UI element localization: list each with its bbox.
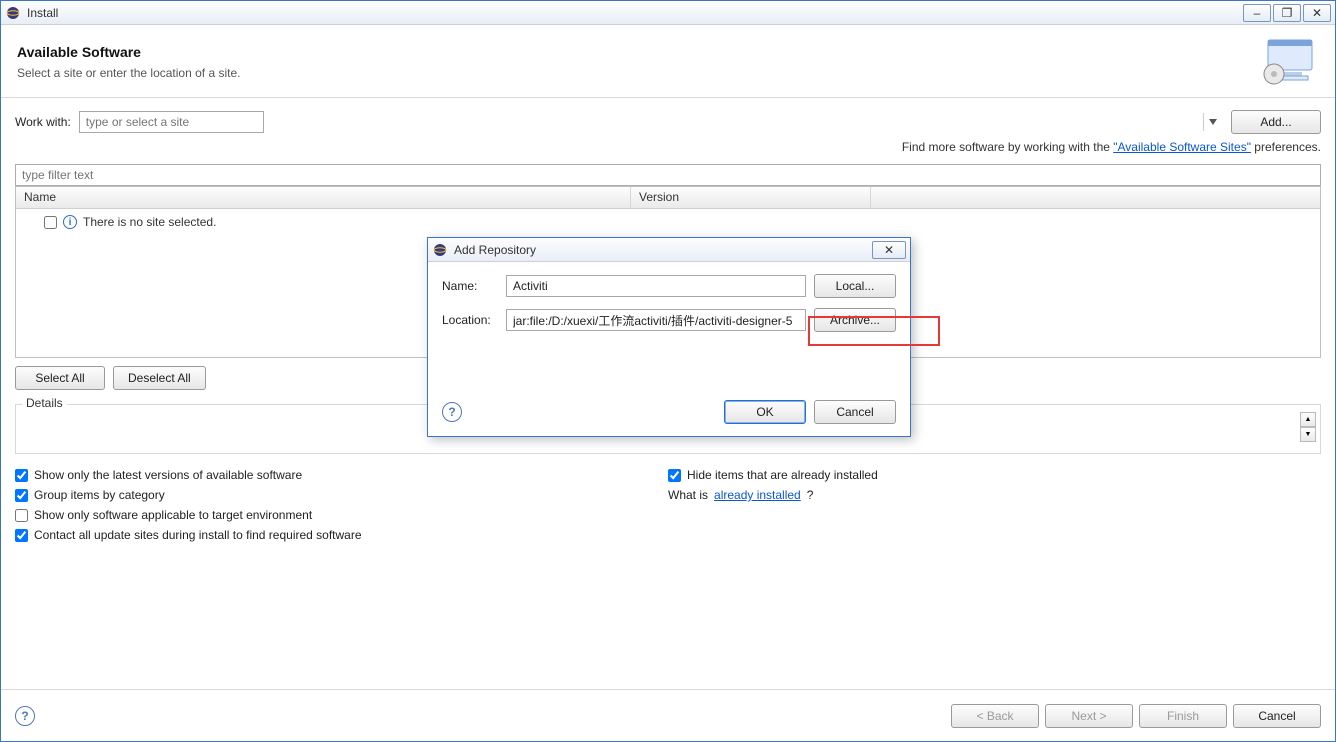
- filter-input[interactable]: [15, 164, 1321, 186]
- opt-target-env-checkbox[interactable]: [15, 509, 28, 522]
- modal-titlebar: Add Repository ✕: [428, 238, 910, 262]
- page-subtitle: Select a site or enter the location of a…: [17, 66, 1259, 80]
- name-row: Name: Local...: [442, 274, 896, 298]
- table-body: i There is no site selected.: [16, 209, 1320, 235]
- opt-target-env[interactable]: Show only software applicable to target …: [15, 508, 668, 522]
- wizard-footer: ? < Back Next > Finish Cancel: [1, 689, 1335, 741]
- col-version[interactable]: Version: [631, 187, 871, 208]
- ok-button[interactable]: OK: [724, 400, 806, 424]
- details-spinner: ▲ ▼: [1300, 412, 1316, 442]
- already-installed-link[interactable]: already installed: [714, 488, 801, 502]
- location-row: Location: Archive...: [442, 308, 896, 332]
- install-graphic-icon: [1259, 37, 1319, 87]
- empty-message: There is no site selected.: [83, 215, 216, 229]
- available-sites-link[interactable]: "Available Software Sites": [1113, 140, 1251, 154]
- opt-contact-checkbox[interactable]: [15, 529, 28, 542]
- info-icon: i: [63, 215, 77, 229]
- opt-group[interactable]: Group items by category: [15, 488, 668, 502]
- name-label: Name:: [442, 279, 498, 293]
- minimize-button[interactable]: –: [1243, 4, 1271, 22]
- hint-suffix: preferences.: [1251, 140, 1321, 154]
- add-site-button[interactable]: Add...: [1231, 110, 1321, 134]
- modal-title: Add Repository: [454, 243, 872, 257]
- window-controls: – ❐ ✕: [1243, 4, 1331, 22]
- location-label: Location:: [442, 313, 498, 327]
- work-with-input[interactable]: [79, 111, 264, 133]
- close-button[interactable]: ✕: [1303, 4, 1331, 22]
- deselect-all-button[interactable]: Deselect All: [113, 366, 206, 390]
- location-input[interactable]: [506, 309, 806, 331]
- col-empty: [871, 187, 1320, 208]
- modal-help-icon[interactable]: ?: [442, 402, 462, 422]
- details-up-icon[interactable]: ▲: [1300, 412, 1316, 427]
- titlebar: Install – ❐ ✕: [1, 1, 1335, 25]
- cancel-button[interactable]: Cancel: [1233, 704, 1321, 728]
- whatis-row: What is already installed?: [668, 488, 1321, 502]
- modal-cancel-button[interactable]: Cancel: [814, 400, 896, 424]
- next-button[interactable]: Next >: [1045, 704, 1133, 728]
- local-button[interactable]: Local...: [814, 274, 896, 298]
- select-all-button[interactable]: Select All: [15, 366, 105, 390]
- details-legend: Details: [22, 396, 67, 410]
- wizard-header: Available Software Select a site or ente…: [1, 25, 1335, 98]
- empty-row: i There is no site selected.: [24, 213, 1312, 231]
- empty-row-checkbox[interactable]: [44, 216, 57, 229]
- modal-close-button[interactable]: ✕: [872, 241, 906, 259]
- footer-help: ?: [15, 706, 945, 726]
- back-button[interactable]: < Back: [951, 704, 1039, 728]
- opt-contact[interactable]: Contact all update sites during install …: [15, 528, 668, 542]
- help-icon[interactable]: ?: [15, 706, 35, 726]
- modal-body: Name: Local... Location: Archive...: [428, 262, 910, 332]
- eclipse-icon: [5, 5, 21, 21]
- eclipse-icon: [432, 242, 448, 258]
- sites-hint: Find more software by working with the "…: [15, 140, 1321, 154]
- archive-button[interactable]: Archive...: [814, 308, 896, 332]
- work-with-dropdown-arrow[interactable]: [1203, 113, 1221, 131]
- opt-hide-installed[interactable]: Hide items that are already installed: [668, 468, 1321, 482]
- work-with-select-wrap: [79, 111, 1223, 133]
- col-name[interactable]: Name: [16, 187, 631, 208]
- page-title: Available Software: [17, 44, 1259, 60]
- options-grid: Show only the latest versions of availab…: [15, 468, 1321, 542]
- maximize-button[interactable]: ❐: [1273, 4, 1301, 22]
- opt-latest[interactable]: Show only the latest versions of availab…: [15, 468, 668, 482]
- table-header: Name Version: [16, 187, 1320, 209]
- opt-hide-installed-checkbox[interactable]: [668, 469, 681, 482]
- add-repository-dialog: Add Repository ✕ Name: Local... Location…: [427, 237, 911, 437]
- opt-latest-checkbox[interactable]: [15, 469, 28, 482]
- wizard-header-text: Available Software Select a site or ente…: [17, 44, 1259, 80]
- work-with-row: Work with: Add...: [15, 110, 1321, 134]
- opt-group-checkbox[interactable]: [15, 489, 28, 502]
- finish-button[interactable]: Finish: [1139, 704, 1227, 728]
- name-input[interactable]: [506, 275, 806, 297]
- details-down-icon[interactable]: ▼: [1300, 427, 1316, 442]
- modal-footer: ? OK Cancel: [428, 388, 910, 436]
- work-with-label: Work with:: [15, 115, 71, 129]
- hint-prefix: Find more software by working with the: [902, 140, 1113, 154]
- window-title: Install: [27, 6, 1243, 20]
